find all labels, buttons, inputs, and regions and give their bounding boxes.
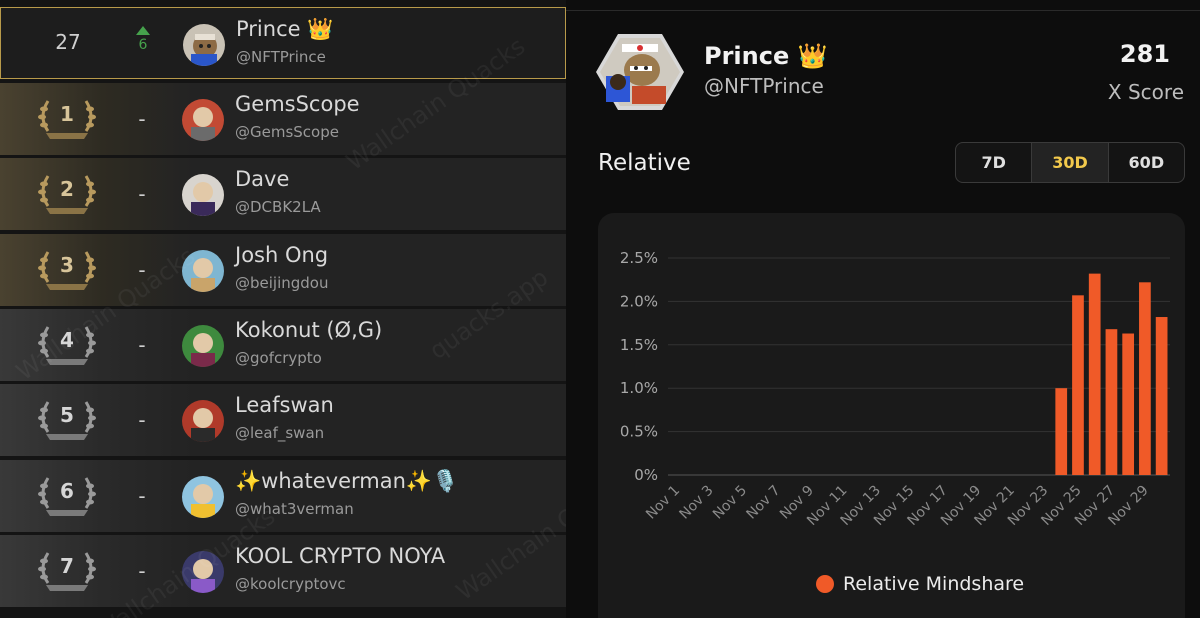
rank-change: - (138, 558, 146, 583)
profile-panel: Prince 👑 @NFTPrince 281 X Score Relative… (566, 0, 1200, 618)
bar[interactable] (1139, 282, 1151, 475)
y-tick-label: 2.5% (620, 249, 658, 267)
rank-badge: 5 (34, 394, 100, 446)
rank-number: 2 (60, 177, 74, 202)
user-handle: @gofcrypto (235, 348, 322, 367)
rank-change: - (138, 182, 146, 207)
user-handle: @DCBK2LA (235, 198, 321, 217)
user-name: ✨whateverman✨🎙️ (235, 468, 459, 493)
rank-number: 1 (60, 102, 74, 126)
arrow-up-icon (136, 26, 150, 35)
relative-mindshare-chart: 0% 0.5% 1.0% 1.5% 2.0% 2.5% Nov 1Nov 3Nov 5Nov… (620, 249, 1170, 529)
chart-card: 0% 0.5% 1.0% 1.5% 2.0% 2.5% Nov 1 Nov 3 Nov 5 Nov… (598, 213, 1185, 618)
rank-badge: 6 (34, 470, 100, 522)
y-tick-label: 1.5% (620, 336, 658, 354)
avatar (183, 24, 225, 66)
bar[interactable] (1122, 333, 1135, 475)
leaderboard-row[interactable]: 1 - GemsScope @GemsScope (0, 83, 566, 155)
bar[interactable] (1055, 388, 1068, 475)
avatar (182, 249, 224, 292)
bar[interactable] (1072, 295, 1084, 475)
legend-label: Relative Mindshare (843, 573, 1025, 595)
divider (566, 10, 1200, 11)
y-tick-label: 0% (634, 466, 658, 484)
rank-number: 5 (60, 403, 74, 428)
x-score-label: X Score (1107, 80, 1184, 104)
rank-number: 27 (55, 30, 81, 54)
rank-number: 6 (60, 478, 74, 503)
leaderboard-row[interactable]: 3 - Josh Ong @beijingdou (0, 233, 566, 306)
profile-avatar (596, 32, 684, 112)
bar[interactable] (1088, 273, 1101, 475)
rank-badge: 3 (34, 244, 100, 296)
profile-name: Prince 👑 (704, 42, 828, 70)
rank-change: - (138, 332, 146, 357)
user-handle: @koolcryptovc (235, 574, 346, 593)
leaderboard: 27 6 Prince 👑 @NFTPrince 1- GemsScope @Gem… (0, 0, 566, 618)
chart-legend[interactable]: Relative Mindshare (816, 573, 1024, 595)
leaderboard-row[interactable]: 6 - ✨whateverman✨🎙️ @what3verman (0, 459, 566, 532)
x-tick-label: Nov 5 (710, 483, 750, 523)
current-user-row[interactable]: 27 6 Prince 👑 @NFTPrince (0, 7, 566, 79)
user-name: Kokonut (Ø,G) (235, 317, 383, 342)
rank-change: - (138, 483, 146, 508)
leaderboard-row[interactable]: 7 - KOOL CRYPTO NOYA @koolcryptovc (0, 534, 566, 607)
profile-handle: @NFTPrince (704, 74, 824, 98)
rank-change: - (138, 107, 146, 131)
leaderboard-row[interactable]: 4 - Kokonut (Ø,G) @gofcrypto (0, 308, 566, 381)
rank-change-value: 6 (138, 37, 148, 53)
user-name: GemsScope (235, 92, 360, 116)
user-name: Leafswan (235, 393, 334, 418)
x-score-value: 281 (1119, 40, 1170, 68)
rank-badge: 2 (34, 168, 100, 220)
user-handle: @beijingdou (235, 273, 329, 292)
bar[interactable] (1155, 317, 1168, 475)
x-tick-label: Nov 3 (677, 483, 717, 523)
avatar (182, 174, 224, 217)
user-handle: @NFTPrince (236, 48, 326, 66)
x-tick-label: Nov 7 (744, 483, 784, 523)
y-tick-label: 0.5% (620, 423, 658, 441)
y-tick-label: 1.0% (620, 379, 658, 397)
avatar (182, 550, 224, 593)
bar[interactable] (1105, 329, 1118, 475)
avatar (182, 324, 224, 367)
range-7d-button[interactable]: 7D (956, 143, 1033, 182)
rank-number: 7 (60, 553, 74, 578)
range-selector: 7D 30D 60D (955, 142, 1185, 183)
avatar (182, 475, 224, 518)
avatar (182, 99, 224, 141)
range-60d-button[interactable]: 60D (1109, 143, 1184, 182)
rank-number: 4 (60, 327, 74, 352)
legend-swatch (816, 575, 834, 593)
user-name: Josh Ong (235, 242, 329, 267)
section-title: Relative (598, 150, 691, 176)
leaderboard-row[interactable]: 5 - Leafswan @leaf_swan (0, 384, 566, 457)
user-name: Prince 👑 (236, 17, 334, 41)
avatar (182, 400, 224, 443)
rank-change: - (138, 408, 146, 433)
user-handle: @GemsScope (235, 123, 339, 141)
rank-number: 3 (60, 252, 74, 277)
range-30d-button[interactable]: 30D (1032, 143, 1109, 182)
user-name: KOOL CRYPTO NOYA (235, 543, 446, 568)
user-name: Dave (235, 167, 290, 192)
leaderboard-row[interactable]: 2 - Dave @DCBK2LA (0, 158, 566, 231)
rank-badge: 4 (34, 319, 100, 371)
rank-change: - (138, 257, 146, 282)
rank-change-up: 6 (121, 26, 165, 53)
x-tick-label: Nov 1 (643, 483, 683, 523)
rank-badge: 1 (34, 93, 100, 145)
rank-badge: 7 (34, 545, 100, 597)
user-handle: @leaf_swan (235, 424, 325, 443)
user-handle: @what3verman (235, 499, 354, 518)
y-tick-label: 2.0% (620, 292, 658, 310)
